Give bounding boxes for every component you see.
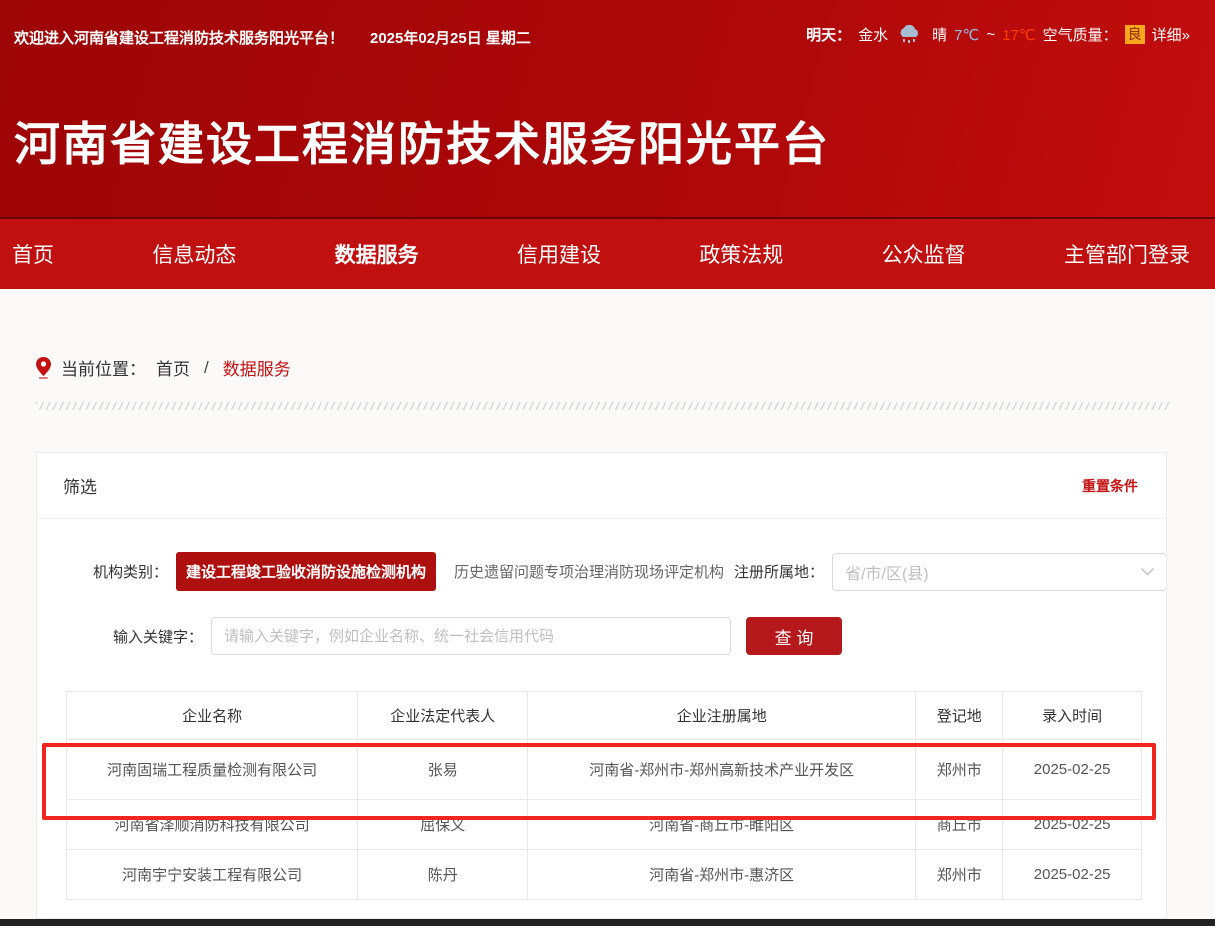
table-cell: 屈保义 xyxy=(358,800,528,850)
temp-high: 17℃ xyxy=(1002,26,1036,44)
table-header-cell: 企业名称 xyxy=(67,692,358,740)
table-cell: 郑州市 xyxy=(916,850,1003,900)
results-table: 企业名称企业法定代表人企业注册属地登记地录入时间 河南固瑞工程质量检测有限公司张… xyxy=(66,691,1142,900)
table-row[interactable]: 河南宇宁安装工程有限公司陈丹河南省-郑州市-惠济区郑州市2025-02-25 xyxy=(67,850,1142,900)
table-cell: 河南固瑞工程质量检测有限公司 xyxy=(67,740,358,800)
table-cell: 陈丹 xyxy=(358,850,528,900)
nav-item[interactable]: 信息动态 xyxy=(152,239,236,269)
aqi-label: 空气质量： xyxy=(1043,24,1118,45)
table-cell: 商丘市 xyxy=(916,800,1003,850)
region-label: 注册所属地： xyxy=(734,561,824,582)
table-cell: 河南省-商丘市-睢阳区 xyxy=(528,800,916,850)
site-title: 河南省建设工程消防技术服务阳光平台 xyxy=(14,108,830,174)
aqi-badge: 良 xyxy=(1125,25,1145,44)
main-content: 当前位置： 首页 / 数据服务 筛选 重置条件 机构类别： 建设工程竣工验收消防… xyxy=(0,289,1215,919)
table-header-cell: 录入时间 xyxy=(1003,692,1142,740)
nav-item[interactable]: 公众监督 xyxy=(882,239,966,269)
region-select[interactable]: 省/市/区(县) xyxy=(832,553,1167,591)
keyword-input[interactable] xyxy=(211,617,731,655)
table-cell: 2025-02-25 xyxy=(1003,850,1142,900)
nav-item[interactable]: 首页 xyxy=(12,239,54,269)
filter-panel: 筛选 重置条件 机构类别： 建设工程竣工验收消防设施检测机构历史遗留问题专项治理… xyxy=(36,452,1167,919)
table-cell: 河南省-郑州市-郑州高新技术产业开发区 xyxy=(528,740,916,800)
weather-label: 明天： xyxy=(806,24,851,45)
table-header-row: 企业名称企业法定代表人企业注册属地登记地录入时间 xyxy=(67,692,1142,740)
date-text: 2025年02月25日 星期二 xyxy=(370,27,531,48)
table-cell: 2025-02-25 xyxy=(1003,800,1142,850)
chevron-down-icon xyxy=(1141,568,1154,576)
breadcrumb-home-link[interactable]: 首页 xyxy=(156,355,190,380)
nav-item[interactable]: 主管部门登录 xyxy=(1064,239,1190,269)
weather-detail-link[interactable]: 详细» xyxy=(1152,24,1190,45)
search-button[interactable]: 查 询 xyxy=(746,617,842,655)
weather-widget: 明天： 金水 晴 7℃ ~ 17℃ 空气质量： 良 详细» xyxy=(806,24,1190,45)
nav-item[interactable]: 政策法规 xyxy=(699,239,783,269)
category-options: 建设工程竣工验收消防设施检测机构历史遗留问题专项治理消防现场评定机构 xyxy=(176,552,734,591)
breadcrumb-separator: / xyxy=(204,358,209,378)
breadcrumb-current-link[interactable]: 数据服务 xyxy=(223,355,291,380)
table-row[interactable]: 河南省泽顺消防科技有限公司屈保义河南省-商丘市-睢阳区商丘市2025-02-25 xyxy=(67,800,1142,850)
bottom-edge-bar xyxy=(0,919,1215,926)
table-header-cell: 企业注册属地 xyxy=(528,692,916,740)
location-pin-icon xyxy=(36,357,51,379)
decorative-slash-divider xyxy=(36,402,1170,410)
weather-cloud-icon xyxy=(897,25,923,45)
category-option[interactable]: 建设工程竣工验收消防设施检测机构 xyxy=(176,552,436,591)
breadcrumb-label: 当前位置： xyxy=(61,355,146,380)
weather-district: 金水 xyxy=(858,24,888,45)
table-cell: 郑州市 xyxy=(916,740,1003,800)
table-cell: 2025-02-25 xyxy=(1003,740,1142,800)
welcome-text: 欢迎进入河南省建设工程消防技术服务阳光平台！ xyxy=(14,27,344,48)
table-body: 河南固瑞工程质量检测有限公司张易河南省-郑州市-郑州高新技术产业开发区郑州市20… xyxy=(67,740,1142,900)
filter-title: 筛选 xyxy=(63,473,97,498)
temp-tilde: ~ xyxy=(986,26,995,43)
table-row[interactable]: 河南固瑞工程质量检测有限公司张易河南省-郑州市-郑州高新技术产业开发区郑州市20… xyxy=(67,740,1142,800)
page-header: 欢迎进入河南省建设工程消防技术服务阳光平台！ 2025年02月25日 星期二 明… xyxy=(0,0,1215,217)
table-cell: 张易 xyxy=(358,740,528,800)
nav-item[interactable]: 数据服务 xyxy=(335,239,419,269)
reset-conditions-link[interactable]: 重置条件 xyxy=(1082,476,1138,496)
breadcrumb: 当前位置： 首页 / 数据服务 xyxy=(36,355,291,380)
keyword-label: 输入关键字： xyxy=(93,626,203,647)
category-filter-row: 机构类别： 建设工程竣工验收消防设施检测机构历史遗留问题专项治理消防现场评定机构… xyxy=(37,552,1166,591)
table-header-cell: 企业法定代表人 xyxy=(358,692,528,740)
table-header-cell: 登记地 xyxy=(916,692,1003,740)
table-cell: 河南省-郑州市-惠济区 xyxy=(528,850,916,900)
temp-low: 7℃ xyxy=(954,26,979,44)
category-label: 机构类别： xyxy=(93,561,168,582)
region-filter-group: 注册所属地： 省/市/区(县) xyxy=(734,553,1167,591)
keyword-filter-row: 输入关键字： 查 询 xyxy=(37,617,1166,655)
nav-item[interactable]: 信用建设 xyxy=(517,239,601,269)
region-select-placeholder: 省/市/区(县) xyxy=(845,560,929,584)
category-option[interactable]: 历史遗留问题专项治理消防现场评定机构 xyxy=(446,552,734,591)
weather-condition: 晴 xyxy=(932,24,947,45)
filter-panel-header: 筛选 重置条件 xyxy=(37,453,1166,519)
table-cell: 河南宇宁安装工程有限公司 xyxy=(67,850,358,900)
top-bar: 欢迎进入河南省建设工程消防技术服务阳光平台！ 2025年02月25日 星期二 明… xyxy=(0,0,1215,58)
main-nav: 首页 信息动态 数据服务 信用建设 政策法规 公众监督 主管部门登录 xyxy=(0,217,1215,289)
table-cell: 河南省泽顺消防科技有限公司 xyxy=(67,800,358,850)
